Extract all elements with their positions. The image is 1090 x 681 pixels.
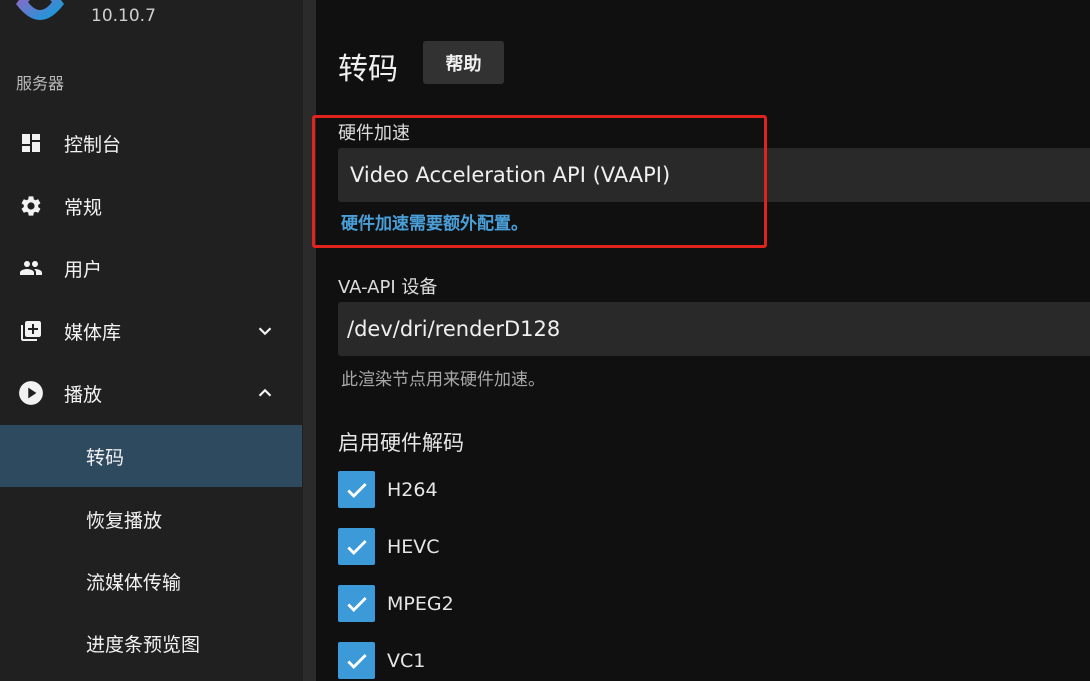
sidebar-subitem-label: 流媒体传输 xyxy=(86,571,182,594)
sidebar-subitem-resume[interactable]: 恢复播放 xyxy=(0,488,302,550)
sidebar-item-label: 媒体库 xyxy=(64,321,122,344)
vaapi-device-label: VA-API 设备 xyxy=(338,277,438,298)
sidebar-item-playback[interactable]: 播放 xyxy=(0,362,302,424)
sidebar: 10.10.7 服务器 控制台 常规 用户 媒体库 播放 转码 恢复播放 流媒体… xyxy=(0,0,303,681)
codec-label: H264 xyxy=(387,478,438,501)
sidebar-item-users[interactable]: 用户 xyxy=(0,237,302,299)
dashboard-icon xyxy=(18,130,44,156)
codec-label: MPEG2 xyxy=(387,592,454,615)
main-content: 转码 帮助 硬件加速 Video Acceleration API (VAAPI… xyxy=(316,0,1090,681)
section-title-server: 服务器 xyxy=(16,74,65,93)
jellyfin-logo[interactable] xyxy=(12,0,68,24)
chevron-up-icon[interactable] xyxy=(254,382,276,404)
help-button[interactable]: 帮助 xyxy=(423,41,504,84)
checkbox-checked-icon[interactable] xyxy=(338,642,375,679)
chevron-down-icon[interactable] xyxy=(254,320,276,342)
codec-checkbox-hevc[interactable]: HEVC xyxy=(338,528,440,565)
play-circle-icon xyxy=(18,380,44,406)
checkbox-checked-icon[interactable] xyxy=(338,585,375,622)
sidebar-subitem-label: 进度条预览图 xyxy=(86,633,201,656)
sidebar-subitem-trickplay[interactable]: 进度条预览图 xyxy=(0,612,302,674)
annotation-highlight-box xyxy=(312,115,767,248)
sidebar-item-label: 播放 xyxy=(64,383,103,406)
sidebar-item-libraries[interactable]: 媒体库 xyxy=(0,300,302,362)
app-version: 10.10.7 xyxy=(91,6,156,26)
users-icon xyxy=(18,255,44,281)
codec-checkbox-vc1[interactable]: VC1 xyxy=(338,642,425,679)
sidebar-item-dashboard[interactable]: 控制台 xyxy=(0,112,302,174)
vaapi-device-hint: 此渲染节点用来硬件加速。 xyxy=(341,370,545,390)
sidebar-item-label: 常规 xyxy=(64,196,103,219)
sidebar-scrollbar[interactable] xyxy=(303,0,316,681)
sidebar-subitem-label: 转码 xyxy=(86,446,125,469)
checkbox-checked-icon[interactable] xyxy=(338,471,375,508)
sidebar-item-label: 控制台 xyxy=(64,133,122,156)
sidebar-item-general[interactable]: 常规 xyxy=(0,175,302,237)
sidebar-subitem-streaming[interactable]: 流媒体传输 xyxy=(0,550,302,612)
codec-checkbox-h264[interactable]: H264 xyxy=(338,471,438,508)
codec-label: VC1 xyxy=(387,649,426,672)
vaapi-device-field[interactable]: /dev/dri/renderD128 xyxy=(338,302,1090,356)
checkbox-checked-icon[interactable] xyxy=(338,528,375,565)
hw-decoding-title: 启用硬件解码 xyxy=(338,431,464,455)
sidebar-item-label: 用户 xyxy=(64,258,103,281)
codec-label: HEVC xyxy=(387,535,440,558)
sidebar-subitem-transcoding[interactable]: 转码 xyxy=(0,425,302,487)
codec-checkbox-mpeg2[interactable]: MPEG2 xyxy=(338,585,454,622)
library-add-icon xyxy=(18,318,44,344)
sidebar-subitem-label: 恢复播放 xyxy=(86,509,163,532)
gear-icon xyxy=(18,193,44,219)
page-title: 转码 xyxy=(338,52,398,87)
